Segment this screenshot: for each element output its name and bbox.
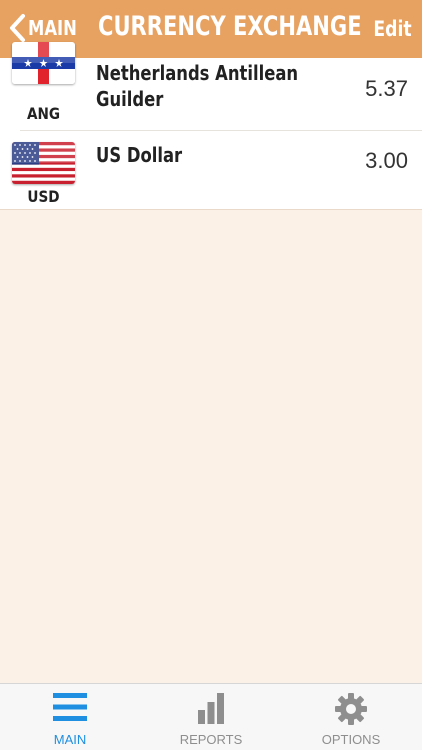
tab-options-label: OPTIONS [321,732,381,747]
menu-icon [53,693,87,721]
back-button[interactable]: MAIN [8,10,88,46]
tab-bar: MAIN REPORTS OPTIONS [0,683,422,750]
gear-icon [335,693,367,725]
page-title: CURRENCY EXCHANGE [98,11,362,42]
row-divider [0,209,422,210]
chevron-left-icon [10,14,25,42]
currency-code: USD [27,187,60,206]
tab-options[interactable]: OPTIONS [281,684,421,750]
currency-row-ang[interactable]: ANG Netherlands Antillean Guilder 5.37 [0,42,422,131]
edit-button[interactable]: Edit [374,12,412,46]
tab-main[interactable]: MAIN [0,684,140,750]
back-label: MAIN [28,16,77,40]
us-flag-icon [12,142,75,184]
bar-chart-icon [198,693,224,724]
tab-reports-label: REPORTS [179,732,243,747]
tab-main-label: MAIN [53,732,87,747]
currency-name-line2: Guilder [96,87,164,111]
currency-row-usd[interactable]: USD US Dollar 3.00 [0,131,422,210]
netherlands-antilles-flag-icon [12,42,75,84]
currency-name-line1: US Dollar [96,143,183,167]
currency-amount: 5.37 [365,76,408,101]
currency-name-line1: Netherlands Antillean [96,61,299,85]
currency-code: ANG [26,104,61,123]
currency-list: ANG Netherlands Antillean Guilder 5.37 U… [0,42,422,210]
tab-reports[interactable]: REPORTS [141,684,281,750]
currency-amount: 3.00 [365,148,408,173]
